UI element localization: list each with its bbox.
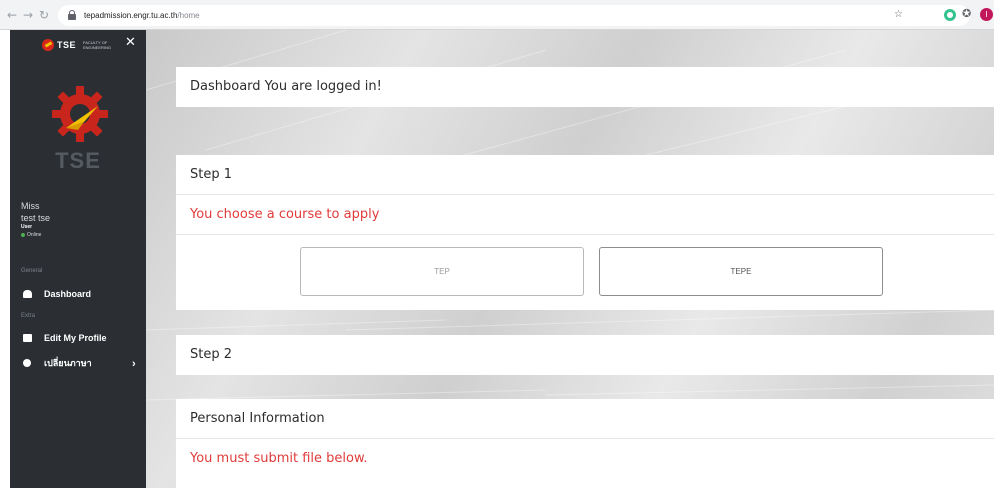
sidebar: TSE FACULTY OF ENGINEERING ✕ TSE Miss te…: [10, 30, 146, 488]
globe-icon: [23, 359, 31, 367]
puzzle-icon[interactable]: ✪: [962, 8, 971, 20]
user-panel: Miss test tse User Online: [21, 201, 50, 239]
dashboard-card: Dashboard You are logged in!: [176, 67, 994, 107]
close-icon[interactable]: ✕: [125, 36, 136, 50]
brand-hero-text: TSE: [55, 148, 101, 173]
sidebar-item-language[interactable]: เปลี่ยนภาษา ›: [10, 354, 146, 372]
brand-bar: TSE FACULTY OF ENGINEERING ✕: [10, 30, 146, 58]
reload-icon[interactable]: ↻: [39, 8, 49, 22]
step2-title: Step 2: [190, 347, 233, 362]
gear-logo-icon: [52, 86, 108, 142]
profile-avatar[interactable]: I: [980, 8, 993, 21]
star-icon[interactable]: ☆: [894, 10, 903, 20]
dashboard-title: Dashboard You are logged in!: [190, 79, 382, 94]
sidebar-item-label: Edit My Profile: [44, 333, 107, 343]
course-tep-button[interactable]: TEP: [300, 247, 584, 296]
user-status: Online: [21, 232, 50, 239]
user-name: test tse: [21, 213, 51, 223]
brand-logo-icon: [42, 39, 54, 51]
extension-icon[interactable]: [944, 9, 956, 21]
brand-subtitle: FACULTY OF ENGINEERING: [83, 40, 112, 50]
personal-info-alert: You must submit file below.: [190, 451, 368, 466]
dashboard-icon: [23, 290, 32, 298]
user-role: User: [21, 224, 33, 230]
online-dot-icon: [21, 232, 25, 237]
step2-card: Step 2: [176, 335, 994, 375]
brand-name: TSE: [57, 40, 77, 50]
forward-icon[interactable]: →: [23, 8, 33, 22]
personal-info-title: Personal Information: [190, 411, 325, 426]
sidebar-item-edit-profile[interactable]: Edit My Profile: [10, 329, 146, 347]
folder-icon: [23, 334, 32, 342]
browser-toolbar: ← → ↻ tepadmission.engr.tu.ac.th/home ☆ …: [0, 0, 994, 30]
user-title: Miss: [21, 201, 40, 211]
chevron-right-icon: ›: [132, 358, 136, 370]
course-tepe-button[interactable]: TEPE: [599, 247, 883, 296]
sidebar-item-dashboard[interactable]: Dashboard: [10, 285, 146, 303]
sidebar-item-label: Dashboard: [44, 289, 92, 299]
sidebar-item-label: เปลี่ยนภาษา: [44, 358, 92, 368]
lock-icon: [68, 10, 76, 20]
window-edge: [0, 30, 10, 488]
back-icon[interactable]: ←: [7, 8, 17, 22]
menu-section-general: General: [21, 268, 43, 274]
step1-title: Step 1: [190, 167, 233, 182]
address-bar[interactable]: tepadmission.engr.tu.ac.th/home: [58, 5, 970, 26]
personal-info-card: Personal Information You must submit fil…: [176, 399, 994, 488]
main-content: Dashboard You are logged in! Step 1 You …: [146, 30, 994, 488]
step1-card: Step 1 You choose a course to apply TEP …: [176, 155, 994, 310]
step1-alert: You choose a course to apply: [190, 207, 380, 222]
user-status-label: Online: [27, 232, 42, 238]
menu-section-extra: Extra: [21, 313, 36, 319]
url-text: tepadmission.engr.tu.ac.th/home: [84, 11, 200, 20]
